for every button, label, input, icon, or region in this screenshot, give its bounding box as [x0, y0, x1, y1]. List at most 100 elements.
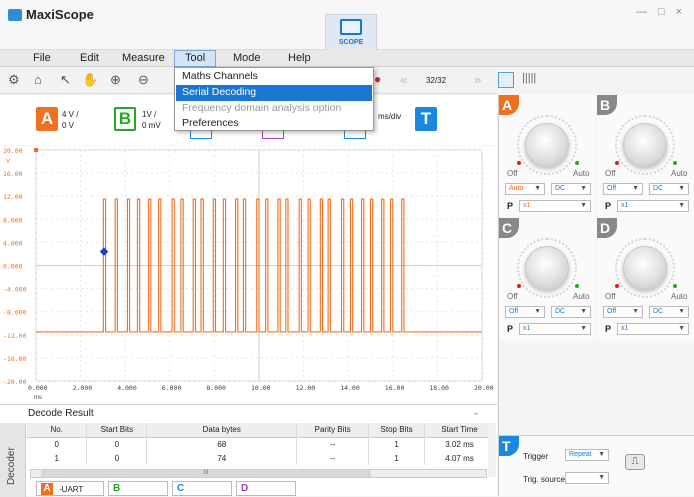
table-row[interactable]: 0 0 68 -- 1 3.02 ms [27, 437, 495, 451]
chevron-down-icon: ▼ [598, 474, 605, 481]
channel-badge: B [597, 95, 617, 115]
channel-control-panel: A Off Auto Auto ▼ DC ▼ Px1 ▼ B Off Auto Off ▼ DC ▼ Px1 ▼ C… [498, 95, 694, 496]
channel-b-offset: 0 mV [142, 121, 161, 130]
scrollbar-thumb[interactable]: III [41, 470, 371, 477]
coupling-select[interactable]: Off ▼ [603, 183, 643, 195]
previous-page-icon[interactable]: « [400, 72, 407, 87]
probe-select[interactable]: x1 ▼ [519, 200, 591, 212]
y-tick-label: 20.00 [3, 147, 23, 155]
off-indicator [615, 284, 619, 288]
decoder-channel-tabs: A -UART B C D [36, 481, 296, 496]
scope-plot[interactable]: 20.00 16.00 12.00 8.000 4.000 0.000 -4.000 -8.0… [0, 146, 497, 404]
auto-indicator [673, 161, 677, 165]
coupling-select[interactable]: Auto ▼ [505, 183, 545, 195]
window-controls[interactable]: — □ × [636, 6, 686, 18]
pointer-icon[interactable]: ↖ [60, 72, 71, 88]
dc-select[interactable]: DC ▼ [551, 306, 591, 318]
menu-item-maths-channels[interactable]: Maths Channels [176, 69, 372, 85]
table-cell: -- [296, 437, 370, 451]
table-row[interactable]: 1 0 74 -- 1 4.07 ms [27, 451, 495, 465]
home-icon[interactable]: ⌂ [34, 72, 42, 87]
range-knob[interactable] [525, 123, 569, 167]
trigger-mode-value: Repeat [569, 451, 592, 458]
table-cell: 1 [368, 437, 426, 451]
channel-panel-c: C Off Auto Off ▼ DC ▼ Px1 ▼ [499, 218, 596, 341]
off-indicator [517, 284, 521, 288]
decoder-side-tab[interactable]: Decoder [0, 423, 26, 497]
coupling-select[interactable]: Off ▼ [603, 306, 643, 318]
zoom-out-icon[interactable]: ⊖ [138, 72, 149, 88]
probe-select[interactable]: x1 ▼ [617, 200, 689, 212]
chevron-down-icon: ▼ [678, 202, 685, 209]
trigger-source-select[interactable]: ▼ [565, 472, 609, 484]
decoder-tab-b[interactable]: B [108, 481, 168, 496]
menu-mode[interactable]: Mode [233, 52, 261, 64]
probe-select[interactable]: x1 ▼ [617, 323, 689, 335]
channel-c-badge[interactable] [190, 131, 212, 139]
channel-panel-d: D Off Auto Off ▼ DC ▼ Px1 ▼ [597, 218, 694, 341]
chevron-down-icon: ▼ [632, 185, 639, 192]
table-cell: 74 [146, 451, 298, 465]
waveform-chart[interactable]: 20.00 16.00 12.00 8.000 4.000 0.000 -4.000 -8.0… [0, 146, 497, 404]
spectrum-view-icon[interactable]: ||||| [522, 72, 536, 84]
scope-mode-button[interactable]: SCOPE [325, 14, 377, 50]
gear-icon[interactable]: ⚙ [8, 72, 20, 88]
chevron-down-icon: ▼ [580, 308, 587, 315]
off-label: Off [507, 169, 518, 178]
probe-label: P [605, 201, 612, 211]
menu-item-serial-decoding[interactable]: Serial Decoding [176, 85, 372, 101]
horizontal-scrollbar[interactable]: III [30, 469, 487, 478]
next-page-icon[interactable]: » [474, 72, 481, 87]
probe-select[interactable]: x1 ▼ [519, 323, 591, 335]
table-cell: 1 [27, 451, 88, 465]
vertical-scrollbar[interactable] [488, 425, 496, 477]
x-tick-label: 0.000 [28, 384, 48, 392]
dc-select[interactable]: DC ▼ [649, 306, 689, 318]
col-header: Parity Bits [296, 423, 370, 437]
zoom-in-icon[interactable]: ⊕ [110, 72, 121, 88]
probe-label: P [507, 324, 514, 334]
probe-value: x1 [523, 202, 531, 209]
y-tick-label: 8.000 [3, 216, 23, 224]
probe-label: P [605, 324, 612, 334]
coupling-value: Auto [509, 185, 524, 192]
trigger-mode-select[interactable]: Repeat ▼ [565, 449, 609, 461]
decoder-tab-a[interactable]: A -UART [36, 481, 104, 496]
channel-b-badge[interactable]: B [114, 107, 136, 131]
chevron-down-icon: ▼ [580, 185, 587, 192]
app-title: MaxiScope [26, 7, 94, 22]
tab-letter: B [113, 483, 121, 494]
table-cell: 3.02 ms [424, 437, 495, 451]
chevron-down-icon: ▼ [678, 325, 685, 332]
hand-icon[interactable]: ✋ [82, 72, 98, 88]
menu-help[interactable]: Help [288, 52, 311, 64]
y-tick-label: 4.000 [3, 239, 23, 247]
menu-item-preferences[interactable]: Preferences [176, 116, 372, 132]
off-indicator [517, 161, 521, 165]
col-header: Start Time [424, 423, 495, 437]
coupling-select[interactable]: Off ▼ [505, 306, 545, 318]
monitor-icon [340, 19, 362, 35]
trigger-edge-icon[interactable]: ⎍ [625, 454, 645, 470]
timebase-badge[interactable] [344, 131, 366, 139]
decoder-tab-c[interactable]: C [172, 481, 232, 496]
channel-a-badge[interactable]: A [36, 107, 58, 131]
waveform-view-icon[interactable] [498, 72, 514, 88]
range-knob[interactable] [623, 246, 667, 290]
auto-indicator [575, 284, 579, 288]
channel-d-badge[interactable] [262, 131, 284, 139]
stop-icon[interactable]: ● [374, 72, 381, 86]
dc-select[interactable]: DC ▼ [551, 183, 591, 195]
channel-a-scale: 4 V / [62, 110, 79, 119]
decode-result-title: Decode Result [28, 408, 94, 419]
menu-tool[interactable]: Tool [174, 50, 217, 67]
trigger-badge[interactable]: T [415, 107, 437, 131]
menu-edit[interactable]: Edit [80, 52, 99, 64]
menu-file[interactable]: File [33, 52, 51, 64]
dc-select[interactable]: DC ▼ [649, 183, 689, 195]
menu-measure[interactable]: Measure [122, 52, 165, 64]
decoder-tab-d[interactable]: D [236, 481, 296, 496]
collapse-icon[interactable]: ⌄ [472, 407, 480, 418]
range-knob[interactable] [525, 246, 569, 290]
range-knob[interactable] [623, 123, 667, 167]
